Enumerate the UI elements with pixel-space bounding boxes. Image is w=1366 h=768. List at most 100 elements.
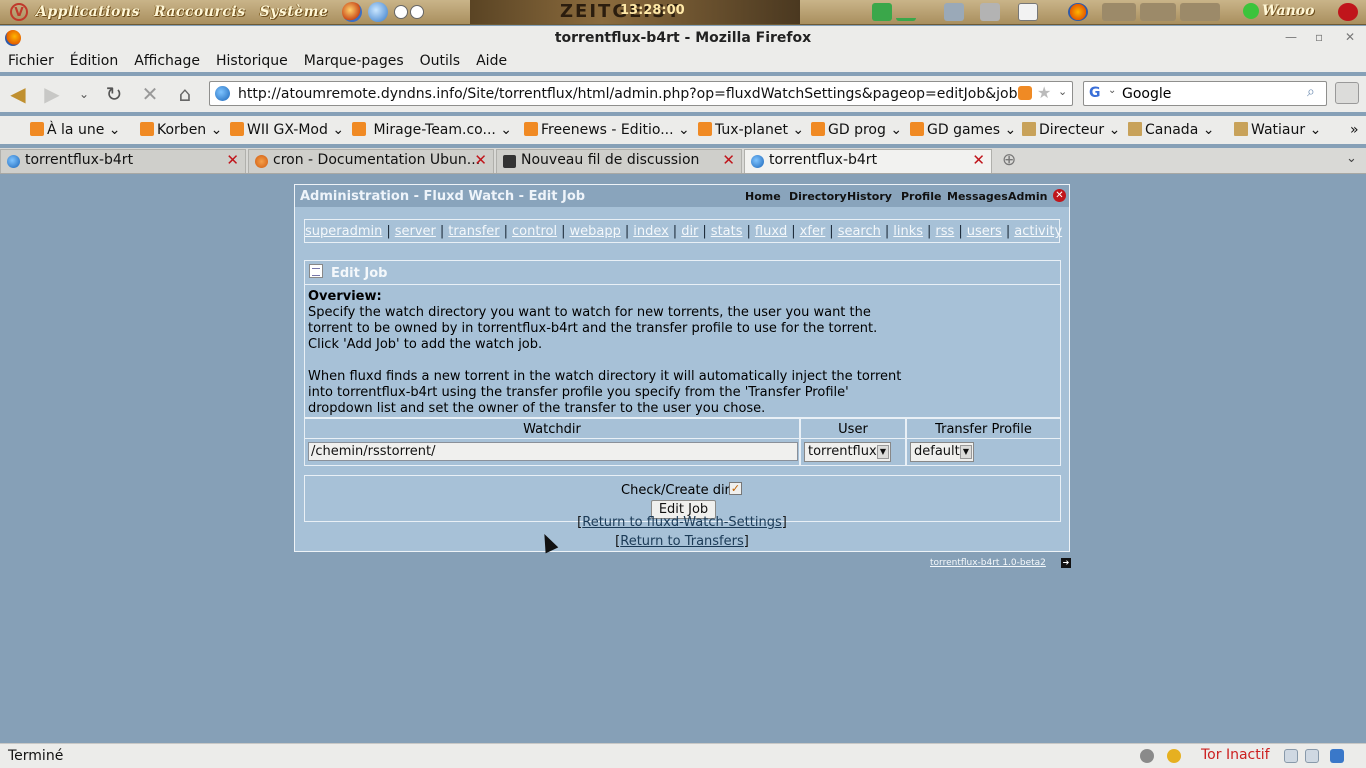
mail-status-icon[interactable]	[1305, 749, 1319, 763]
subnav-users[interactable]: users	[967, 224, 1002, 239]
subnav-control[interactable]: control	[512, 224, 557, 239]
new-tab-icon[interactable]: ⊕	[1002, 150, 1016, 170]
search-box[interactable]: G ⌄ ⌕	[1083, 81, 1327, 106]
transfer-profile-select[interactable]: default ▼	[910, 442, 974, 462]
tab-torrentflux-active[interactable]: torrentflux-b4rt ✕	[744, 149, 992, 173]
menu-fichier[interactable]: Fichier	[8, 53, 54, 69]
bookmark-wii-gx-mod[interactable]: WII GX-Mod ⌄	[230, 122, 344, 138]
menu-edition[interactable]: Édition	[70, 53, 118, 69]
menu-aide[interactable]: Aide	[476, 53, 507, 69]
update-check-icon[interactable]	[872, 3, 892, 21]
nav-home[interactable]: Home	[745, 190, 781, 203]
workspace-3[interactable]	[1180, 3, 1220, 21]
panel-clock[interactable]: 13:28:00	[620, 3, 685, 18]
panel-menu-systeme[interactable]: Système	[260, 4, 329, 20]
tab-nouveau-fil[interactable]: Nouveau fil de discussion ✕	[496, 149, 742, 173]
url-input[interactable]	[238, 84, 1018, 103]
menu-outils[interactable]: Outils	[420, 53, 460, 69]
subnav-superadmin[interactable]: superadmin	[305, 224, 382, 239]
bookmark-canada[interactable]: Canada ⌄	[1128, 122, 1214, 138]
watchdir-input[interactable]	[308, 442, 798, 461]
bookmark-gd-prog[interactable]: GD prog ⌄	[811, 122, 902, 138]
wifi-icon[interactable]	[896, 3, 916, 21]
panel-menu-raccourcis[interactable]: Raccourcis	[154, 4, 246, 20]
panel-user-name[interactable]: Wanoo	[1262, 3, 1314, 19]
panel-menu-applications[interactable]: Applications	[36, 4, 140, 20]
power-icon[interactable]	[1338, 3, 1358, 21]
eyes-applet-icon[interactable]	[394, 5, 409, 19]
url-dropdown-icon[interactable]: ⌄	[1058, 85, 1067, 98]
rss-feed-icon[interactable]	[1018, 86, 1032, 100]
menu-marque-pages[interactable]: Marque-pages	[304, 53, 404, 69]
close-window-icon[interactable]: ✕	[1345, 30, 1355, 44]
check-create-checkbox[interactable]: ✓	[729, 482, 742, 495]
bug-icon[interactable]	[1140, 749, 1154, 763]
user-status-icon[interactable]	[1243, 3, 1259, 19]
menu-historique[interactable]: Historique	[216, 53, 288, 69]
subnav-webapp[interactable]: webapp	[569, 224, 620, 239]
bookmark-freenews[interactable]: Freenews - Editio... ⌄	[524, 122, 690, 138]
close-tab-icon[interactable]: ✕	[226, 151, 239, 169]
bookmark-korben[interactable]: Korben ⌄	[140, 122, 222, 138]
arrow-right-icon[interactable]: ➔	[1061, 558, 1071, 568]
history-dropdown-icon[interactable]: ⌄	[72, 82, 96, 106]
subnav-search[interactable]: search	[838, 224, 881, 239]
return-watch-settings-link[interactable]: Return to fluxd-Watch-Settings	[582, 515, 781, 530]
workspace-1[interactable]	[1102, 3, 1136, 21]
workspace-2[interactable]	[1140, 3, 1176, 21]
subnav-stats[interactable]: stats	[711, 224, 743, 239]
nav-history[interactable]: History	[847, 190, 892, 203]
forward-arrow-icon[interactable]: ▶	[40, 82, 64, 106]
chevron-down-icon[interactable]: ▼	[960, 445, 972, 459]
tab-cron-doc[interactable]: cron - Documentation Ubun... ✕	[248, 149, 494, 173]
taskbar-firefox-icon[interactable]	[1068, 3, 1088, 21]
grid-view-icon[interactable]	[1335, 82, 1359, 104]
close-tab-icon[interactable]: ✕	[474, 151, 487, 169]
subnav-rss[interactable]: rss	[935, 224, 954, 239]
site-identity-icon[interactable]	[215, 86, 230, 101]
keyboard-layout-icon[interactable]	[944, 3, 964, 21]
menu-affichage[interactable]: Affichage	[134, 53, 200, 69]
close-tab-icon[interactable]: ✕	[722, 151, 735, 169]
xmarks-icon[interactable]	[1330, 749, 1344, 763]
bookmark-mirage-team[interactable]: Mirage-Team.co... ⌄	[352, 122, 512, 138]
stop-icon[interactable]: ✕	[138, 82, 162, 106]
subnav-fluxd[interactable]: fluxd	[755, 224, 787, 239]
subnav-activity[interactable]: activity	[1014, 224, 1062, 239]
url-bar[interactable]: ★ ⌄	[209, 81, 1073, 106]
engine-dropdown-icon[interactable]: ⌄	[1108, 85, 1116, 96]
bookmark-watiaur[interactable]: Watiaur ⌄	[1234, 122, 1321, 138]
search-input[interactable]	[1122, 84, 1302, 103]
nav-messages[interactable]: Messages	[947, 190, 1008, 203]
compose-icon[interactable]	[1284, 749, 1298, 763]
user-select[interactable]: torrentflux ▼	[804, 442, 891, 462]
nav-admin[interactable]: Admin	[1008, 190, 1047, 203]
version-link[interactable]: torrentflux-b4rt 1.0-beta2	[930, 558, 1046, 568]
reload-icon[interactable]: ↻	[102, 82, 126, 106]
network-launcher-icon[interactable]	[368, 2, 389, 22]
subnav-transfer[interactable]: transfer	[448, 224, 499, 239]
tab-list-icon[interactable]: ⌄	[1346, 151, 1357, 166]
bookmark-directeur[interactable]: Directeur ⌄	[1022, 122, 1120, 138]
google-engine-icon[interactable]: G	[1089, 85, 1105, 101]
search-icon[interactable]: ⌕	[1307, 84, 1315, 100]
subnav-server[interactable]: server	[395, 224, 436, 239]
volume-icon[interactable]	[980, 3, 1000, 21]
close-panel-icon[interactable]: ✕	[1053, 189, 1066, 202]
subnav-index[interactable]: index	[633, 224, 669, 239]
firefox-launcher-icon[interactable]	[342, 2, 363, 22]
tor-status[interactable]: Tor Inactif	[1201, 747, 1270, 763]
maximize-icon[interactable]: ▫	[1315, 30, 1323, 44]
subnav-dir[interactable]: dir	[681, 224, 698, 239]
bookmark-tux-planet[interactable]: Tux-planet ⌄	[698, 122, 804, 138]
distro-logo-icon[interactable]: V	[10, 3, 28, 21]
bookmark-star-icon[interactable]: ★	[1037, 83, 1051, 102]
bookmarks-overflow-icon[interactable]: »	[1350, 122, 1359, 138]
tab-torrentflux-1[interactable]: torrentflux-b4rt ✕	[0, 149, 246, 173]
chevron-down-icon[interactable]: ▼	[877, 445, 889, 459]
bookmark-a-la-une[interactable]: À la une ⌄	[30, 122, 121, 138]
close-tab-icon[interactable]: ✕	[972, 151, 985, 169]
home-icon[interactable]: ⌂	[173, 82, 197, 106]
mail-icon[interactable]	[1018, 3, 1038, 21]
subnav-xfer[interactable]: xfer	[800, 224, 826, 239]
